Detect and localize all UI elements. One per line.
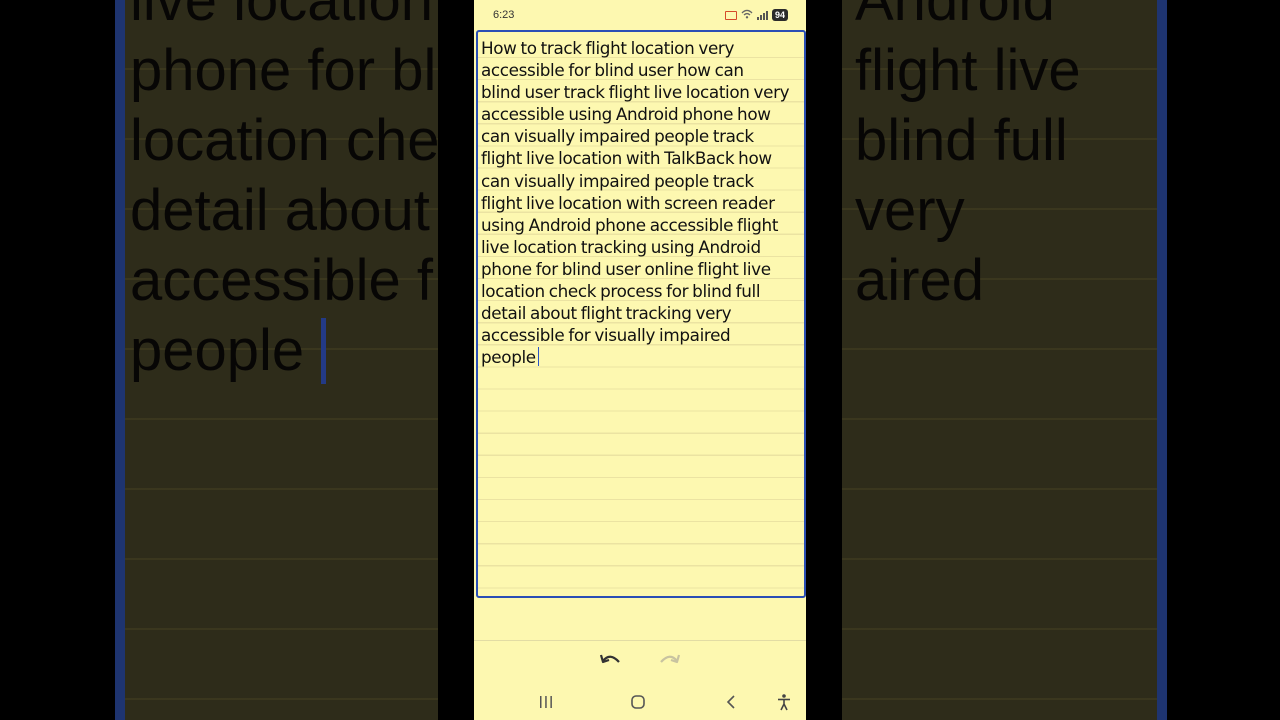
note-line: using Android phone accessible flight: [481, 214, 779, 235]
cast-icon: [724, 10, 737, 20]
note-editor[interactable]: How to track flight location very access…: [476, 30, 806, 598]
note-line: live location tracking using Android: [481, 236, 761, 257]
status-bar: 6:23 94: [474, 0, 806, 30]
wifi-icon: [741, 9, 753, 22]
note-line: How to track flight location very: [481, 38, 735, 58]
note-line: detail about flight tracking very: [481, 303, 732, 324]
note-line: people: [481, 347, 536, 368]
note-line: accessible for visually impaired: [481, 325, 731, 346]
note-line: accessible for blind user how can: [481, 60, 744, 81]
note-line: phone for blind user online flight live: [481, 258, 771, 279]
recents-icon[interactable]: [532, 690, 560, 714]
note-line: can visually impaired people track: [481, 126, 754, 147]
note-line: flight live location with TalkBack how: [481, 148, 772, 169]
signal-icon: [756, 10, 768, 20]
home-icon[interactable]: [624, 690, 652, 714]
text-cursor: [537, 347, 540, 367]
phone-screen: 6:23 94 How to track flight location ver…: [474, 0, 806, 720]
background-text-cursor: [321, 318, 326, 384]
left-dark-band: [438, 0, 474, 720]
note-line: location check process for blind full: [481, 281, 761, 302]
right-dark-band: [806, 0, 842, 720]
note-line: flight live location with screen reader: [481, 192, 775, 213]
note-line: accessible using Android phone how: [481, 104, 771, 125]
status-time: 6:23: [493, 9, 515, 21]
accessibility-icon[interactable]: [770, 690, 798, 714]
note-line: blind user track flight live location ve…: [481, 82, 790, 103]
battery-icon: 94: [771, 9, 788, 21]
note-line-last: people: [481, 346, 802, 368]
undo-icon[interactable]: [598, 650, 626, 668]
toolbar-divider: [474, 640, 806, 641]
note-line: can visually impaired people track: [481, 170, 754, 191]
navigation-bar: [474, 684, 806, 720]
note-text[interactable]: How to track flight location very access…: [481, 37, 802, 368]
back-icon[interactable]: [717, 690, 745, 714]
redo-icon[interactable]: [654, 650, 682, 668]
background-text-right: Android flight live blind full very aire…: [855, 0, 1081, 313]
status-icons: 94: [724, 9, 788, 22]
background-left-edge: [115, 0, 125, 720]
